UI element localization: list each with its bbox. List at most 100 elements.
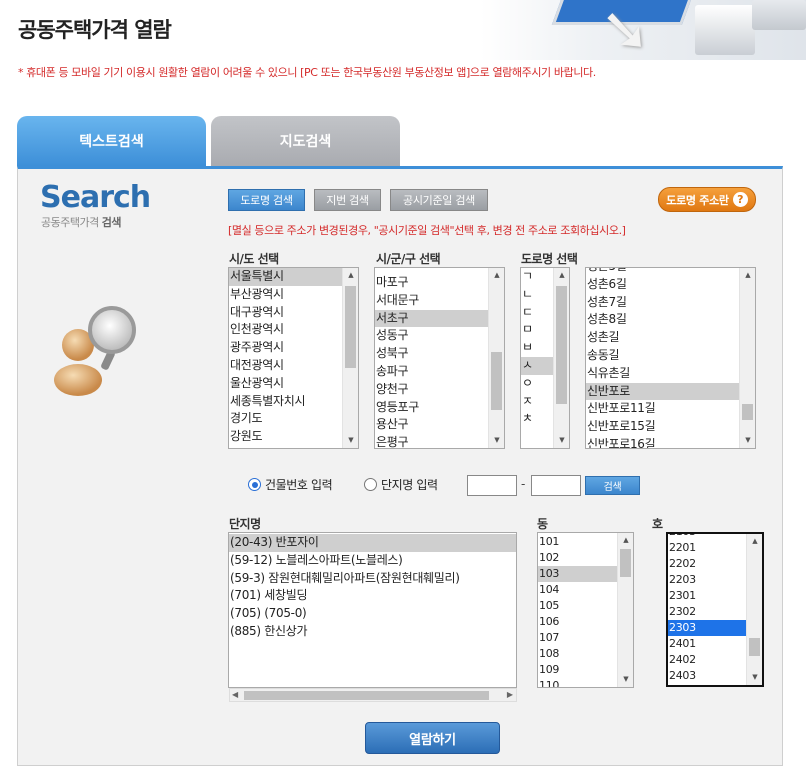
horizontal-scrollbar[interactable]: ◀ ▶	[229, 688, 517, 702]
list-item[interactable]: 105	[538, 598, 617, 614]
list-item[interactable]: 마포구	[375, 274, 488, 292]
list-item[interactable]: 세종특별자치시	[229, 393, 342, 411]
list-item[interactable]: ㅊ	[521, 410, 553, 428]
tab-text-search[interactable]: 텍스트검색	[17, 116, 206, 166]
tab-map-search[interactable]: 지도검색	[211, 116, 400, 166]
list-item[interactable]: 성북구	[375, 345, 488, 363]
road-listbox[interactable]: 성촌5길 성촌6길 성촌7길 성촌8길 성촌길 송동길 식유촌길 신반포로 신반…	[585, 267, 756, 449]
complex-name-radio[interactable]: 단지명 입력	[364, 476, 438, 493]
radio-icon[interactable]	[364, 478, 377, 491]
list-item[interactable]: 2302	[668, 604, 746, 620]
list-item[interactable]: 107	[538, 630, 617, 646]
list-item[interactable]: 서초구	[375, 309, 488, 328]
list-item[interactable]: 102	[538, 550, 617, 566]
scroll-down-icon: ▼	[559, 436, 565, 444]
date-search-button[interactable]: 공시기준일 검색	[390, 189, 488, 211]
scroll-down-icon: ▼	[494, 436, 500, 444]
list-item[interactable]: 용산구	[375, 416, 488, 434]
list-item[interactable]: (59-12) 노블레스아파트(노블레스)	[229, 552, 516, 570]
list-item[interactable]: 104	[538, 582, 617, 598]
list-item[interactable]: 106	[538, 614, 617, 630]
sido-listbox[interactable]: 서울특별시 부산광역시 대구광역시 인천광역시 광주광역시 대전광역시 울산광역…	[228, 267, 359, 449]
list-item[interactable]: 2402	[668, 652, 746, 668]
list-item[interactable]: 대구광역시	[229, 304, 342, 322]
scrollbar[interactable]: ▲ ▼	[553, 268, 569, 448]
road-search-button[interactable]: 도로명 검색	[228, 189, 305, 211]
list-item[interactable]: ㅁ	[521, 321, 553, 339]
dong-listbox[interactable]: 101 102 103 104 105 106 107 108 109 110 …	[537, 532, 634, 688]
list-item[interactable]: (705) (705-0)	[229, 605, 516, 623]
list-item[interactable]: 2301	[668, 588, 746, 604]
list-item[interactable]: 송동길	[586, 347, 739, 365]
view-button[interactable]: 열람하기	[365, 722, 500, 754]
list-item[interactable]: 송파구	[375, 363, 488, 381]
complex-listbox[interactable]: (20-43) 반포자이 (59-12) 노블레스아파트(노블레스) (59-3…	[228, 532, 517, 688]
address-change-notice: [멸실 등으로 주소가 변경된경우, "공시기준일 검색"선택 후, 변경 전 …	[228, 224, 626, 237]
sigungu-listbox[interactable]: 마포구 서대문구 서초구 성동구 성북구 송파구 양천구 영등포구 용산구 은평…	[374, 267, 505, 449]
list-item[interactable]: 성촌8길	[586, 311, 739, 329]
road-address-site-button[interactable]: 도로명 주소란?	[658, 187, 756, 212]
list-item[interactable]: 103	[538, 566, 617, 582]
list-item[interactable]: ㅅ	[521, 356, 553, 375]
list-item[interactable]: 광주광역시	[229, 339, 342, 357]
list-item[interactable]: 은평구	[375, 434, 488, 448]
list-item[interactable]: 2202	[668, 556, 746, 572]
list-item[interactable]: 2203	[668, 572, 746, 588]
list-item[interactable]: 강원도	[229, 428, 342, 446]
list-item[interactable]: 101	[538, 534, 617, 550]
list-item[interactable]: 양천구	[375, 381, 488, 399]
scrollbar[interactable]: ▲ ▼	[746, 534, 762, 685]
list-item[interactable]: 경기도	[229, 410, 342, 428]
list-item[interactable]: 2201	[668, 540, 746, 556]
scrollbar[interactable]: ▲ ▼	[488, 268, 504, 448]
building-main-number-input[interactable]	[467, 475, 517, 496]
list-item[interactable]: (885) 한신상가	[229, 623, 516, 641]
scrollbar[interactable]: ▲ ▼	[739, 268, 755, 448]
list-item[interactable]: 109	[538, 662, 617, 678]
dash-separator: -	[521, 477, 526, 491]
ho-listbox[interactable]: 2103 2201 2202 2203 2301 2302 2303 2401 …	[666, 532, 764, 687]
list-item[interactable]: 서울특별시	[229, 268, 342, 286]
list-item[interactable]: (20-43) 반포자이	[229, 534, 516, 552]
list-item[interactable]: 2103	[668, 534, 746, 540]
list-item[interactable]: 신반포로11길	[586, 400, 739, 418]
list-item[interactable]: 식유촌길	[586, 365, 739, 383]
radio-selected-icon[interactable]	[248, 478, 261, 491]
list-item[interactable]: 2401	[668, 636, 746, 652]
list-item[interactable]: 서대문구	[375, 292, 488, 310]
list-item[interactable]: 110	[538, 678, 617, 687]
scrollbar[interactable]: ▲ ▼	[617, 533, 633, 687]
list-item[interactable]: 신반포로	[586, 382, 739, 401]
list-item[interactable]: ㅂ	[521, 339, 553, 357]
list-item[interactable]: ㄴ	[521, 286, 553, 304]
list-item[interactable]: 108	[538, 646, 617, 662]
list-item[interactable]: 성촌7길	[586, 294, 739, 312]
list-item[interactable]: ㄷ	[521, 304, 553, 322]
scroll-up-icon: ▲	[623, 536, 629, 544]
building-sub-number-input[interactable]	[531, 475, 581, 496]
scroll-down-icon: ▼	[752, 673, 758, 681]
list-item[interactable]: ㄱ	[521, 268, 553, 286]
list-item[interactable]: 부산광역시	[229, 286, 342, 304]
list-item[interactable]: 성촌5길	[586, 268, 739, 276]
list-item[interactable]: ㅈ	[521, 393, 553, 411]
list-item[interactable]: 2303	[668, 620, 746, 636]
number-search-button[interactable]: 검색	[585, 476, 640, 495]
list-item[interactable]: 신반포로16길	[586, 436, 739, 448]
list-item[interactable]: 2403	[668, 668, 746, 684]
list-item[interactable]: ㅇ	[521, 375, 553, 393]
initial-consonant-listbox[interactable]: ㄱ ㄴ ㄷ ㅁ ㅂ ㅅ ㅇ ㅈ ㅊ ▲ ▼	[520, 267, 570, 449]
scrollbar[interactable]: ▲ ▼	[342, 268, 358, 448]
list-item[interactable]: 울산광역시	[229, 375, 342, 393]
list-item[interactable]: 신반포로15길	[586, 418, 739, 436]
list-item[interactable]: 성촌6길	[586, 276, 739, 294]
list-item[interactable]: (701) 세창빌딩	[229, 587, 516, 605]
list-item[interactable]: 영등포구	[375, 399, 488, 417]
building-number-radio[interactable]: 건물번호 입력	[248, 476, 333, 493]
list-item[interactable]: 인천광역시	[229, 321, 342, 339]
list-item[interactable]: 성촌길	[586, 329, 739, 347]
list-item[interactable]: 대전광역시	[229, 357, 342, 375]
lot-search-button[interactable]: 지번 검색	[314, 189, 381, 211]
list-item[interactable]: (59-3) 잠원현대훼밀리아파트(잠원현대훼밀리)	[229, 570, 516, 588]
list-item[interactable]: 성동구	[375, 327, 488, 345]
